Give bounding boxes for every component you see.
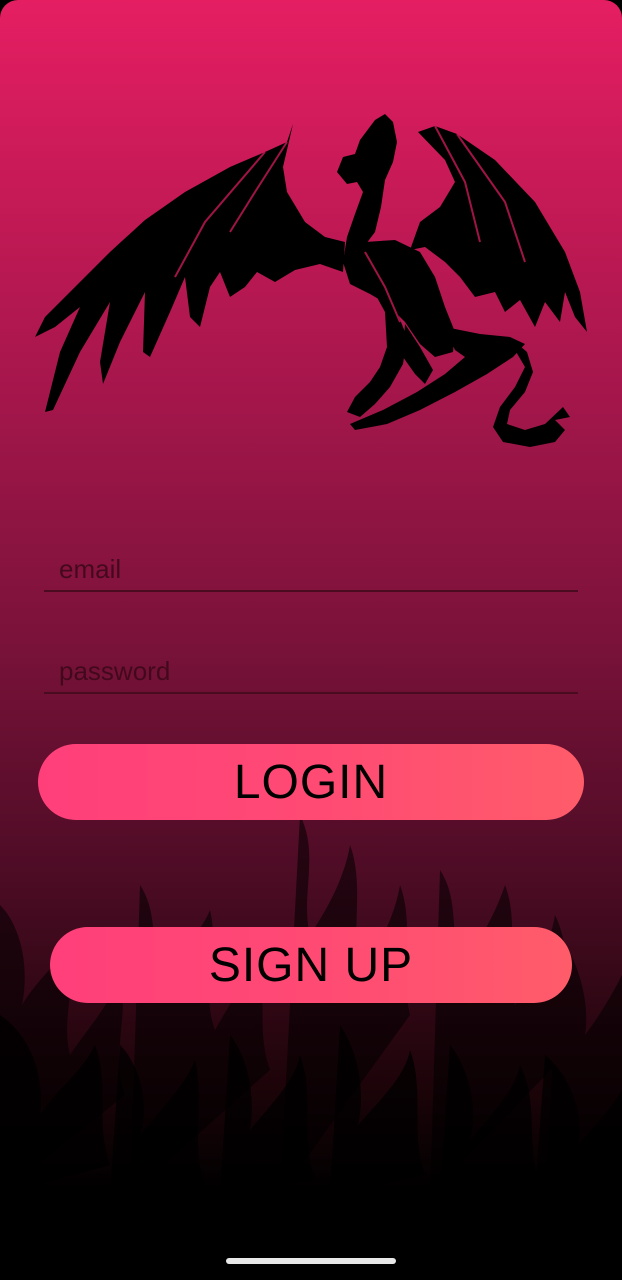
password-input[interactable] bbox=[57, 655, 561, 688]
password-field[interactable] bbox=[44, 644, 578, 694]
signup-button-label: SIGN UP bbox=[208, 938, 414, 992]
signup-button[interactable]: SIGN UP bbox=[50, 927, 572, 1003]
login-screen: LOGIN SIGN UP bbox=[0, 0, 622, 1280]
dragon-icon bbox=[35, 114, 587, 447]
login-button[interactable]: LOGIN bbox=[38, 744, 584, 820]
home-indicator[interactable] bbox=[226, 1258, 396, 1264]
email-field[interactable] bbox=[44, 542, 578, 592]
flames-icon bbox=[0, 815, 622, 1195]
login-button-label: LOGIN bbox=[233, 755, 389, 809]
email-input[interactable] bbox=[57, 553, 561, 586]
